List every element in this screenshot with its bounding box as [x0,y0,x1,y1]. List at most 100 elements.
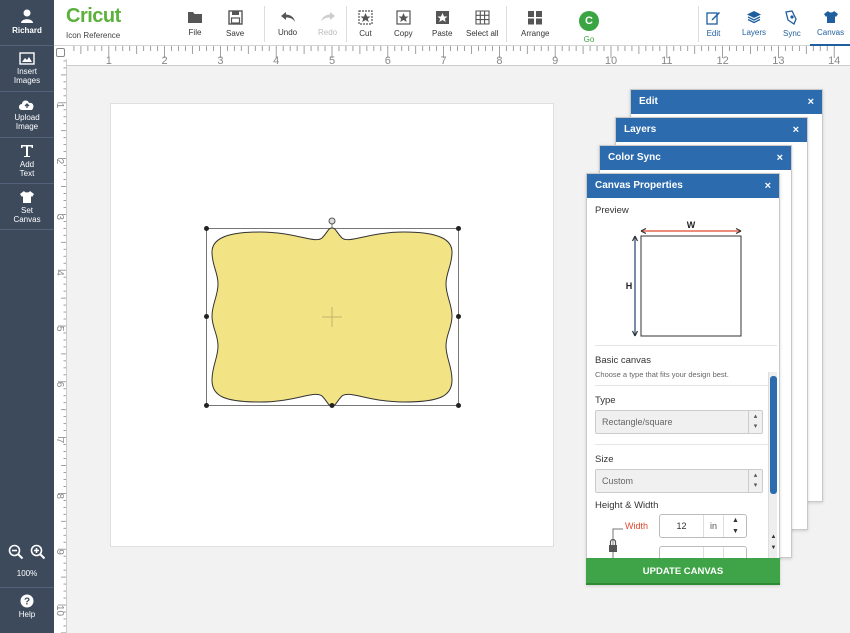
rotate-handle[interactable] [328,217,336,225]
close-icon[interactable]: × [808,96,814,108]
sync-panel-tab[interactable]: Sync [783,10,801,38]
layers-panel-header[interactable]: Layers × [616,118,807,142]
basic-canvas-hint: Choose a type that fits your design best… [595,370,729,379]
update-canvas-button[interactable]: UPDATE CANVAS [586,558,780,585]
scroll-down-icon[interactable]: ▼ [770,545,777,551]
edit-tab-label: Edit [706,29,721,38]
ruler-label: 8 [54,493,65,499]
resize-handle[interactable] [329,403,335,408]
layers-panel-tab[interactable]: Layers [742,10,766,37]
resize-handle[interactable] [456,226,461,231]
ruler-label: 5 [54,326,65,332]
sidebar-insert-images[interactable]: Insert Images [0,46,54,92]
save-icon [227,10,243,25]
ruler-label: 1 [106,55,112,66]
close-icon[interactable]: × [777,152,783,164]
horizontal-ruler: 1 2 3 4 5 6 7 8 9 10 11 12 13 14 [67,46,850,66]
go-icon: C [579,11,599,31]
ruler-label: 14 [828,55,840,66]
toolbar-divider [264,6,265,42]
ruler-label: 11 [661,55,672,66]
selected-shape[interactable] [200,214,466,414]
layers-panel-title: Layers [624,124,657,135]
resize-handle[interactable] [204,314,209,319]
ruler-label: 2 [162,55,168,66]
canvas-properties-panel: Canvas Properties × Preview W H Basic ca… [586,173,780,585]
ruler-corner[interactable] [54,46,67,59]
canvas-preview: W H [626,220,742,337]
width-input[interactable]: 12 in ▲ ▼ [659,514,747,538]
edit-panel-header[interactable]: Edit × [631,90,822,114]
cut-button[interactable]: Cut [358,10,373,38]
canvas-properties-header[interactable]: Canvas Properties × [587,174,779,198]
zoom-level: 100% [16,569,38,578]
size-select[interactable]: Custom ▴ ▾ [595,469,763,493]
icon-reference-link[interactable]: Icon Reference [66,31,121,40]
canvas-panel-tab[interactable]: Canvas [817,10,844,37]
preview-label: Preview [595,205,629,216]
lock-icon [609,545,617,552]
ruler-label: 1 [54,103,65,109]
sync-tab-label: Sync [783,29,801,38]
color-sync-panel-header[interactable]: Color Sync × [600,146,791,170]
image-icon [19,52,35,65]
zoom-in-icon[interactable] [30,544,46,560]
resize-handle[interactable] [456,314,461,319]
ruler-label: 7 [54,438,65,444]
sidebar-upload-label2: Image [15,122,39,131]
close-icon[interactable]: × [793,124,799,136]
go-label: Go [583,35,595,44]
sidebar-upload-image[interactable]: Upload Image [0,92,54,138]
user-profile[interactable]: Richard [0,0,54,46]
copy-button[interactable]: Copy [394,10,413,38]
file-button[interactable]: File [187,10,203,37]
save-button[interactable]: Save [226,10,244,38]
select-all-button[interactable]: Select all [466,10,498,38]
zoom-out-icon[interactable] [8,544,24,560]
help-button[interactable]: ? Help [0,594,54,619]
ruler-label: 4 [273,55,279,66]
resize-handle[interactable] [204,226,209,231]
resize-handle[interactable] [456,403,461,408]
scrollbar-thumb[interactable] [770,376,777,494]
ruler-label: 2 [54,159,65,165]
cut-label: Cut [359,29,372,38]
paste-icon [435,11,449,24]
redo-button[interactable]: Redo [318,10,337,37]
sidebar-set-canvas[interactable]: Set Canvas [0,184,54,230]
width-unit: in [704,515,724,537]
panel-scrollbar[interactable]: ▲ ▼ [768,372,777,558]
top-toolbar: Cricut Icon Reference File Save Undo Red… [54,0,850,46]
toolbar-divider [506,6,507,42]
width-stepper[interactable]: ▲ ▼ [724,515,747,537]
ruler-label: 10 [54,605,65,617]
resize-handle[interactable] [204,403,209,408]
ruler-label: 3 [217,55,223,66]
go-button[interactable]: C Go [579,11,599,44]
width-value[interactable]: 12 [660,515,704,537]
arrange-button[interactable]: Arrange [521,10,549,38]
sidebar-add-text[interactable]: Add Text [0,138,54,184]
divider [595,385,777,386]
ruler-label: 4 [54,270,65,276]
text-icon [21,145,33,157]
close-icon[interactable]: × [765,180,771,192]
undo-button[interactable]: Undo [278,10,297,37]
paste-button[interactable]: Paste [432,10,452,38]
folder-icon [188,12,202,23]
help-label: Help [18,610,36,619]
undo-icon [280,12,295,22]
redo-icon [320,12,335,22]
svg-text:?: ? [24,597,30,608]
tshirt-icon [823,11,838,23]
type-select[interactable]: Rectangle/square ▴ ▾ [595,410,763,434]
cricut-logo[interactable]: Cricut Icon Reference [66,5,121,40]
ruler-label: 6 [54,382,65,388]
edit-panel-tab[interactable]: Edit [706,10,721,38]
grid-icon [475,10,490,25]
scroll-up-icon[interactable]: ▲ [770,534,777,540]
cloud-upload-icon [19,100,34,110]
copy-icon [396,10,411,25]
sidebar-insert-label1: Insert [16,67,37,76]
copy-label: Copy [394,29,413,38]
